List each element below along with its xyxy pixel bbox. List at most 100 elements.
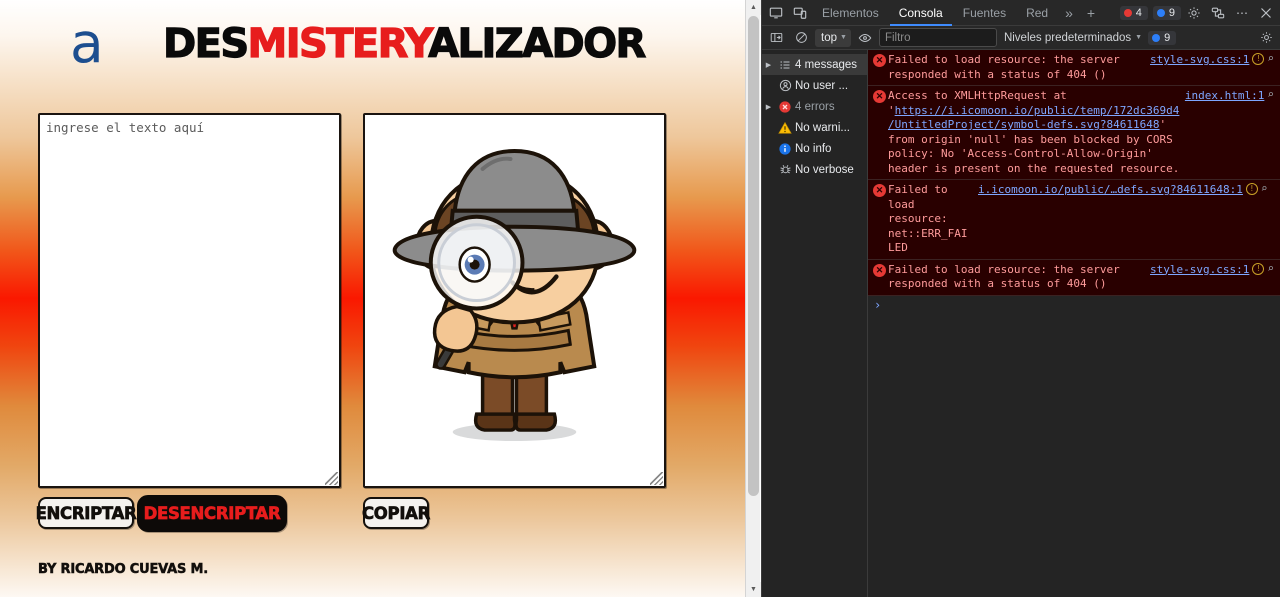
- error-icon: [775, 100, 795, 114]
- tab-consola[interactable]: Consola: [889, 0, 952, 26]
- issue-info-icon[interactable]: !: [1252, 262, 1265, 275]
- sidebar-item-info[interactable]: No info: [762, 138, 867, 159]
- source-link[interactable]: style-svg.css:1: [1150, 263, 1249, 278]
- error-icon: ✕: [873, 263, 886, 277]
- console-message[interactable]: ✕ Access to XMLHttpRequest at 'https://i…: [868, 86, 1280, 180]
- devtools-toolbar: Elementos Consola Fuentes Red » + 4 9 ⋯: [762, 0, 1280, 26]
- author-credit: BY RICARDO CUEVAS M.: [38, 562, 209, 578]
- more-options-icon[interactable]: ⋯: [1231, 2, 1253, 24]
- console-message-meta: index.html:1 ⌕: [1185, 89, 1278, 104]
- page-header: a DESMISTERYALIZADOR: [0, 0, 745, 100]
- sidebar-item-label: 4 messages: [795, 58, 858, 71]
- sidebar-item-label: No verbose: [795, 163, 854, 176]
- console-prompt[interactable]: ›: [868, 296, 1280, 314]
- console-filter-bar: top ▼ Niveles predeterminados ▼ 9: [762, 26, 1280, 50]
- console-message-meta: style-svg.css:1 ! ⌕: [1150, 53, 1278, 68]
- copy-button[interactable]: COPIAR: [362, 497, 431, 529]
- search-icon[interactable]: ⌕: [1267, 53, 1274, 65]
- settings-gear-icon[interactable]: [1183, 2, 1205, 24]
- sidebar-toggle-icon[interactable]: [765, 27, 787, 49]
- text-input[interactable]: [40, 115, 339, 486]
- log-levels-select[interactable]: Niveles predeterminados ▼: [1000, 32, 1142, 44]
- customize-icon[interactable]: [1207, 2, 1229, 24]
- sidebar-item-label: No user ...: [795, 79, 849, 92]
- verbose-bug-icon: [775, 163, 795, 176]
- scrollbar-thumb[interactable]: [748, 16, 759, 496]
- close-icon[interactable]: [1255, 2, 1277, 24]
- source-link[interactable]: style-svg.css:1: [1150, 53, 1249, 68]
- detective-illustration: [392, 149, 637, 442]
- scrollbar-down-arrow[interactable]: ▼: [746, 582, 761, 597]
- console-message[interactable]: ✕ Failed to load resource: the server re…: [868, 50, 1280, 86]
- console-message-list[interactable]: ✕ Failed to load resource: the server re…: [868, 50, 1280, 597]
- console-message-meta: i.icomoon.io/public/…defs.svg?84611648:1…: [978, 183, 1272, 198]
- tab-fuentes[interactable]: Fuentes: [954, 0, 1015, 26]
- filter-input[interactable]: [878, 28, 997, 47]
- devtools-panel: Elementos Consola Fuentes Red » + 4 9 ⋯ …: [761, 0, 1280, 597]
- inspect-icon[interactable]: [765, 2, 787, 24]
- title-part-des: DES: [162, 21, 249, 67]
- search-icon[interactable]: ⌕: [1267, 262, 1274, 275]
- sidebar-item-messages[interactable]: ▶ 4 messages: [762, 54, 867, 75]
- device-toolbar-icon[interactable]: [789, 2, 811, 24]
- error-icon: ✕: [873, 54, 886, 67]
- sidebar-item-verbose[interactable]: No verbose: [762, 159, 867, 180]
- live-expression-icon[interactable]: [854, 27, 876, 49]
- twisty-icon[interactable]: ▶: [762, 103, 775, 111]
- issue-count-badge[interactable]: 9: [1152, 5, 1181, 20]
- error-count: 4: [1135, 6, 1142, 19]
- issue-count: 9: [1168, 6, 1175, 19]
- sidebar-item-label: 4 errors: [795, 100, 835, 113]
- search-icon[interactable]: ⌕: [1267, 89, 1274, 101]
- console-settings-icon[interactable]: [1255, 27, 1277, 49]
- input-panel: [38, 113, 341, 488]
- source-link[interactable]: index.html:1: [1185, 89, 1264, 104]
- encrypt-button[interactable]: ENCRIPTAR: [35, 497, 137, 529]
- console-message[interactable]: ✕ Failed to load resource: net::ERR_FAIL…: [868, 180, 1280, 260]
- scrollbar-up-arrow[interactable]: ▲: [746, 0, 761, 15]
- filterbar-issue-badge[interactable]: 9: [1148, 30, 1177, 45]
- web-page-viewport: a DESMISTERYALIZADOR ingrese el texto aq…: [0, 0, 745, 597]
- error-icon: ✕: [873, 184, 886, 197]
- error-count-badge[interactable]: 4: [1119, 5, 1148, 20]
- alura-logo: a: [70, 11, 104, 75]
- prompt-caret-icon: ›: [874, 297, 882, 312]
- tab-elementos[interactable]: Elementos: [813, 0, 888, 26]
- page-scrollbar[interactable]: ▲ ▼: [745, 0, 761, 597]
- add-tab-icon[interactable]: +: [1081, 5, 1101, 21]
- issue-info-icon[interactable]: !: [1252, 53, 1265, 65]
- clear-console-icon[interactable]: [790, 27, 812, 49]
- source-link[interactable]: i.icomoon.io/public/…defs.svg?84611648:1: [978, 183, 1243, 198]
- tab-red[interactable]: Red: [1017, 0, 1057, 26]
- twisty-icon[interactable]: ▶: [762, 61, 775, 69]
- console-sidebar: ▶ 4 messages No user ... ▶ 4 errors No w…: [762, 50, 868, 597]
- title-part-mistery: MISTERY: [247, 21, 430, 67]
- console-message-text: Access to XMLHttpRequest at 'https://i.i…: [888, 89, 1185, 176]
- title-part-alizador: ALIZADOR: [428, 21, 647, 67]
- screen-root: a DESMISTERYALIZADOR ingrese el texto aq…: [0, 0, 1280, 597]
- console-message-text: Failed to load resource: the server resp…: [888, 262, 1120, 291]
- sidebar-item-label: No warni...: [795, 121, 850, 134]
- issue-dot-icon: [1152, 33, 1161, 42]
- console-body: ▶ 4 messages No user ... ▶ 4 errors No w…: [762, 50, 1280, 597]
- page-title: DESMISTERYALIZADOR: [162, 21, 647, 67]
- console-message[interactable]: ✕ Failed to load resource: the server re…: [868, 259, 1280, 296]
- decrypt-button[interactable]: DESENCRIPTAR: [137, 495, 287, 532]
- chevron-down-icon: ▼: [1135, 34, 1143, 41]
- sidebar-item-warnings[interactable]: No warni...: [762, 117, 867, 138]
- execution-context-select[interactable]: top ▼: [815, 28, 851, 47]
- console-message-text: Failed to load resource: the server resp…: [888, 53, 1120, 81]
- sidebar-item-label: No info: [795, 142, 832, 155]
- log-levels-value: Niveles predeterminados: [1003, 31, 1132, 44]
- console-message-text: Failed to load resource: net::ERR_FAILED: [888, 183, 968, 254]
- issue-info-icon[interactable]: !: [1245, 183, 1258, 195]
- list-icon: [775, 59, 795, 71]
- filterbar-issue-count: 9: [1164, 31, 1171, 44]
- sidebar-item-user-messages[interactable]: No user ...: [762, 75, 867, 96]
- error-dot-icon: [1123, 8, 1132, 17]
- sidebar-item-errors[interactable]: ▶ 4 errors: [762, 96, 867, 117]
- more-tabs-icon[interactable]: »: [1059, 5, 1079, 21]
- message-link[interactable]: https://i.icomoon.io/public/temp/172dc36…: [888, 104, 1179, 132]
- search-icon[interactable]: ⌕: [1261, 183, 1268, 195]
- info-icon: [775, 142, 795, 156]
